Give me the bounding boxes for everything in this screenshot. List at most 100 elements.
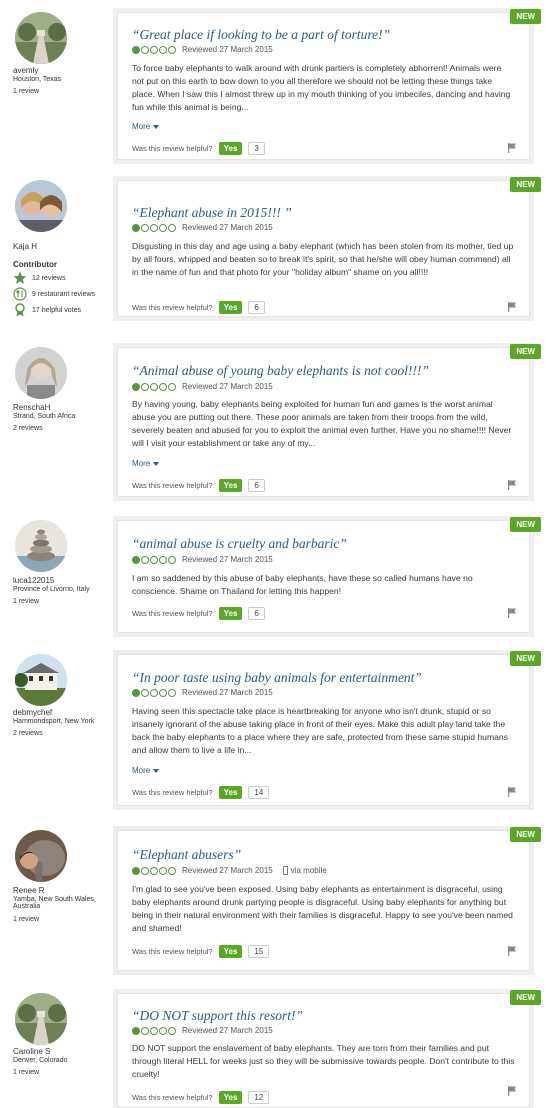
username[interactable]: RenschaH	[13, 403, 50, 412]
yes-button[interactable]: Yes	[218, 301, 243, 314]
helpful-question: Was this review helpful?	[132, 144, 213, 153]
review-date: Reviewed 27 March 2015	[182, 688, 273, 697]
username[interactable]: debmychef	[13, 708, 52, 717]
username[interactable]: Kaja H	[13, 242, 37, 251]
username[interactable]: Renee R	[13, 886, 45, 895]
helpful-row: Was this review helpful? Yes 12	[132, 1091, 270, 1104]
helpful-question: Was this review helpful?	[132, 303, 213, 312]
username[interactable]: avemly	[13, 66, 38, 75]
helpful-row: Was this review helpful? Yes 6	[132, 301, 265, 314]
helpful-question: Was this review helpful?	[132, 1093, 213, 1102]
rating-bubble-filled	[132, 382, 140, 391]
helpful-row: Was this review helpful? Yes 15	[132, 945, 270, 958]
rating-bubble-empty	[168, 688, 176, 697]
helpful-count: 15	[248, 945, 270, 958]
review-title[interactable]: “DO NOT support this resort!”	[132, 1008, 303, 1024]
rating-bubble-filled	[132, 45, 140, 54]
avatar[interactable]	[15, 180, 67, 232]
rating-bubbles	[132, 223, 176, 232]
avatar[interactable]	[15, 347, 67, 399]
review-title[interactable]: “Great place if looking to be a part of …	[132, 27, 390, 43]
avatar[interactable]	[15, 654, 67, 706]
review-title[interactable]: “In poor taste using baby animals for en…	[132, 670, 422, 686]
via-mobile-label: via mobile	[290, 866, 327, 875]
rating-bubble-empty	[168, 45, 176, 54]
new-badge: NEW	[510, 9, 541, 24]
review-date: Reviewed 27 March 2015	[182, 45, 273, 54]
new-badge: NEW	[510, 177, 541, 192]
more-link[interactable]: More	[132, 766, 160, 775]
helpful-count: 14	[248, 786, 270, 799]
restaurant-icon	[13, 287, 27, 301]
avatar[interactable]	[15, 830, 67, 882]
via-mobile: via mobile	[282, 866, 327, 875]
flag-icon[interactable]	[507, 302, 517, 312]
rating-bubble-empty	[141, 866, 149, 875]
rating-bubbles	[132, 382, 176, 391]
username[interactable]: luca122015	[13, 576, 54, 585]
rating-bubble-empty	[159, 555, 167, 564]
yes-button[interactable]: Yes	[218, 945, 243, 958]
rating-bubble-filled	[132, 866, 140, 875]
username[interactable]: Caroline S	[13, 1047, 50, 1056]
yes-button[interactable]: Yes	[218, 1091, 243, 1104]
rating-bubble-empty	[150, 223, 158, 232]
avatar[interactable]	[15, 12, 67, 64]
helpful-row: Was this review helpful? Yes 14	[132, 786, 270, 799]
rating-row: Reviewed 27 March 2015	[132, 382, 273, 391]
helpful-question: Was this review helpful?	[132, 609, 213, 618]
avatar[interactable]	[15, 993, 67, 1045]
rating-bubble-empty	[159, 866, 167, 875]
yes-button[interactable]: Yes	[218, 142, 243, 155]
rating-bubble-empty	[141, 1026, 149, 1035]
yes-button[interactable]: Yes	[218, 479, 243, 492]
review-card: NEW “animal abuse is cruelty and barbari…	[117, 517, 541, 633]
review-title[interactable]: “animal abuse is cruelty and barbaric”	[132, 536, 347, 552]
review-title[interactable]: “Elephant abusers”	[132, 847, 241, 863]
user-review-count: 1 review	[13, 88, 40, 95]
flag-icon[interactable]	[507, 787, 517, 797]
flag-icon[interactable]	[507, 946, 517, 956]
review-text: I'm glad to see you've been exposed. Usi…	[132, 884, 513, 933]
more-link[interactable]: More	[132, 122, 160, 131]
review-title[interactable]: “Animal abuse of young baby elephants is…	[132, 363, 429, 379]
review-card: NEW “Great place if looking to be a part…	[117, 9, 541, 160]
rating-bubble-filled	[132, 1026, 140, 1035]
rating-bubbles	[132, 1026, 176, 1035]
review-card: NEW “DO NOT support this resort!” Review…	[117, 990, 541, 1108]
more-link[interactable]: More	[132, 459, 160, 468]
avatar[interactable]	[15, 520, 67, 572]
review-text: I am so saddened by this abuse of baby e…	[132, 573, 473, 596]
helpful-count: 3	[248, 142, 265, 155]
user-location: Houston, Texas	[13, 76, 62, 83]
new-badge: NEW	[510, 827, 541, 842]
flag-icon[interactable]	[507, 1086, 517, 1096]
award-icon	[15, 303, 25, 317]
new-badge: NEW	[510, 651, 541, 666]
user-location: Denver, Colorado	[13, 1057, 68, 1064]
rating-bubble-empty	[141, 382, 149, 391]
review-title[interactable]: “Elephant abuse in 2015!!! ”	[132, 205, 292, 221]
yes-button[interactable]: Yes	[218, 607, 243, 620]
review-text: To force baby elephants to walk around w…	[132, 63, 511, 112]
stat-reviews-label: 12 reviews	[32, 274, 66, 282]
mobile-phone-icon	[282, 866, 288, 875]
user-location: Province of Livorno, Italy	[13, 586, 90, 593]
helpful-row: Was this review helpful? Yes 6	[132, 607, 265, 620]
review-date: Reviewed 27 March 2015	[182, 555, 273, 564]
rating-bubbles	[132, 555, 176, 564]
yes-button[interactable]: Yes	[218, 786, 243, 799]
flag-icon[interactable]	[507, 480, 517, 490]
rating-bubble-empty	[150, 866, 158, 875]
user-review-count: 2 reviews	[13, 730, 43, 737]
review-card: NEW “Elephant abuse in 2015!!! ” Reviewe…	[117, 177, 541, 317]
rating-bubble-empty	[141, 555, 149, 564]
flag-icon[interactable]	[507, 608, 517, 618]
rating-bubble-empty	[141, 45, 149, 54]
helpful-question: Was this review helpful?	[132, 788, 213, 797]
rating-bubble-empty	[141, 223, 149, 232]
review-date: Reviewed 27 March 2015	[182, 866, 273, 875]
review-date: Reviewed 27 March 2015	[182, 1026, 273, 1035]
user-review-count: 1 review	[13, 598, 40, 605]
flag-icon[interactable]	[507, 143, 517, 153]
